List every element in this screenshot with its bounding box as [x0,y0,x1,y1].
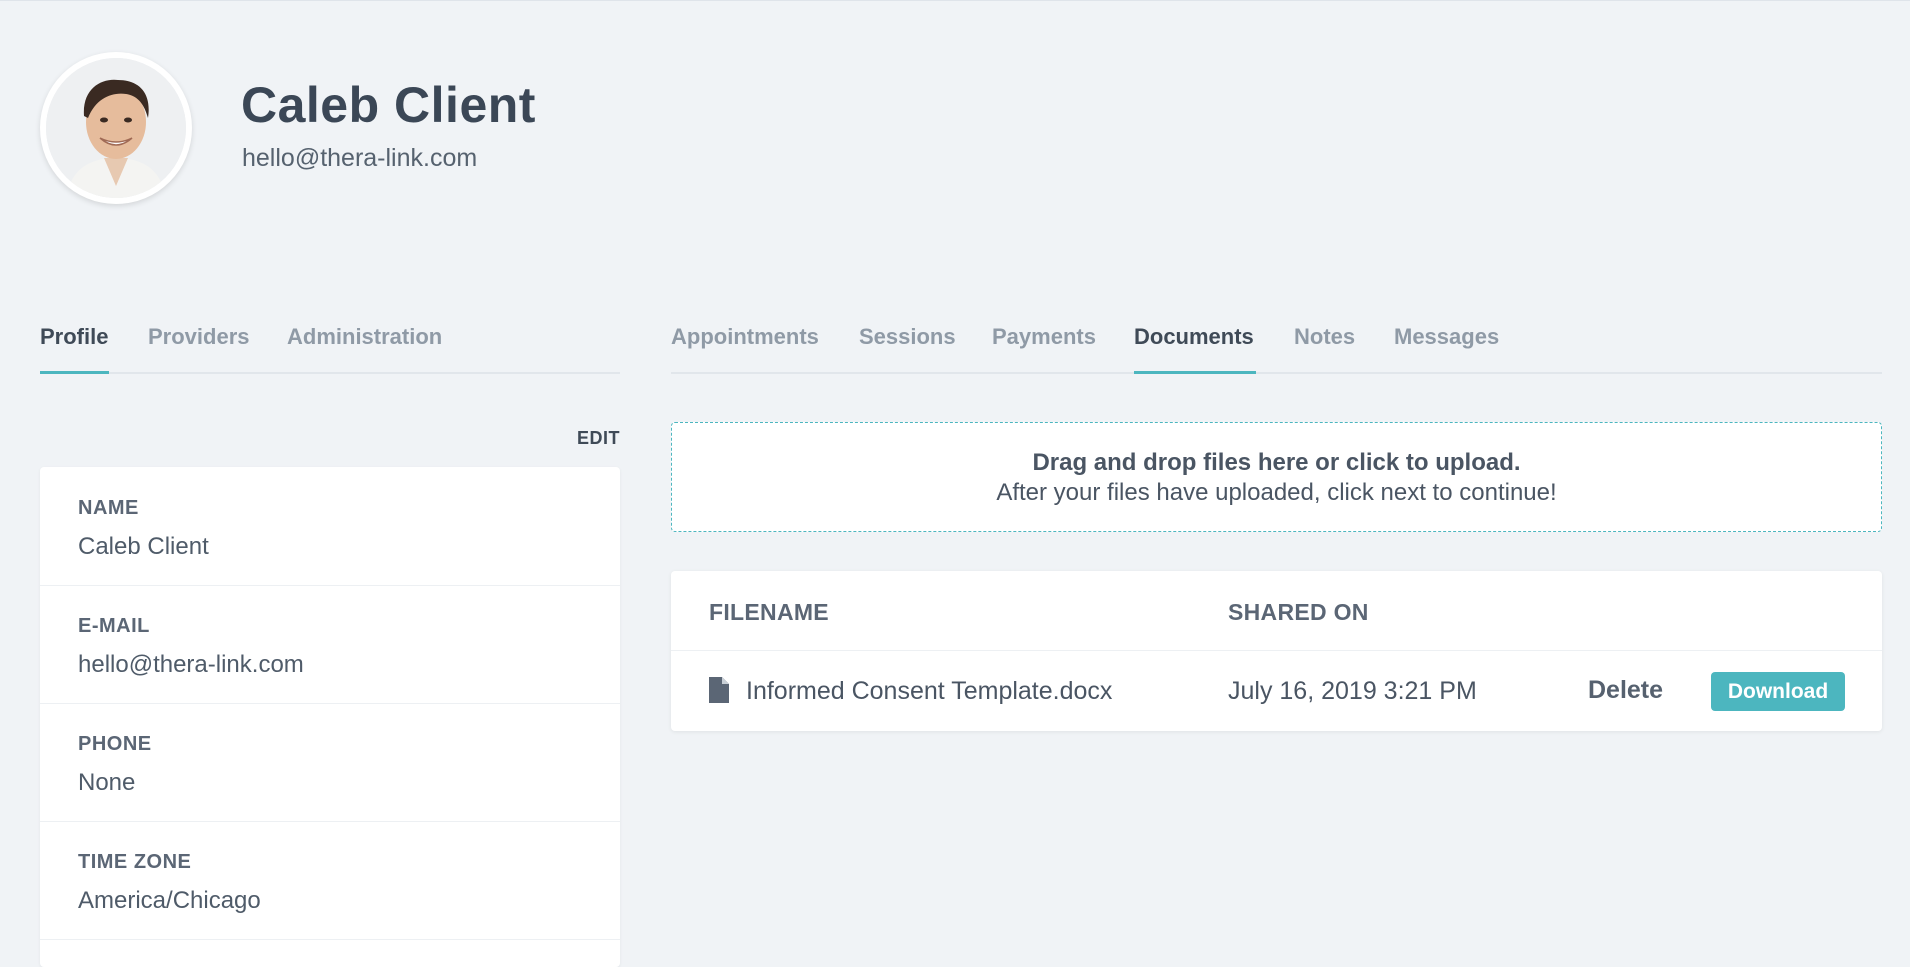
active-tab-indicator [40,371,109,374]
column-header-shared-on: SHARED ON [1228,599,1369,625]
field-label: NAME [78,497,139,519]
avatar-image [46,58,186,198]
tab-notes[interactable]: Notes [1294,324,1355,370]
field-value: hello@thera-link.com [78,651,304,678]
tab-messages[interactable]: Messages [1394,324,1499,370]
file-icon [709,677,729,703]
upload-title: Drag and drop files here or click to upl… [1032,449,1521,476]
profile-tabs: Profile Providers Administration [40,318,620,374]
active-tab-indicator [1134,371,1256,374]
tab-administration[interactable]: Administration [287,324,442,370]
column-header-filename: FILENAME [709,599,829,625]
tab-documents[interactable]: Documents [1134,324,1254,370]
table-row: Informed Consent Template.docx July 16, … [671,651,1882,731]
field-value: Caleb Client [78,533,209,560]
field-value: None [78,769,136,796]
field-label: TIME ZONE [78,851,192,873]
avatar [40,52,192,204]
top-border [0,0,1910,1]
client-section-tabs: Appointments Sessions Payments Documents… [671,318,1882,374]
tab-profile[interactable]: Profile [40,324,108,370]
tab-payments[interactable]: Payments [992,324,1096,370]
avatar-photo [46,58,186,198]
client-email: hello@thera-link.com [242,144,478,172]
profile-field-email: E-MAIL hello@thera-link.com [40,585,620,704]
profile-card: NAME Caleb Client E-MAIL hello@thera-lin… [40,467,620,967]
field-label: PHONE [78,733,152,755]
file-upload-dropzone[interactable]: Drag and drop files here or click to upl… [671,422,1882,532]
delete-button[interactable]: Delete [1588,676,1663,705]
field-value: America/Chicago [78,887,261,914]
documents-table: FILENAME SHARED ON Informed Consent Temp… [671,571,1882,731]
download-button[interactable]: Download [1711,672,1845,711]
document-shared-on: July 16, 2019 3:21 PM [1228,677,1477,705]
client-name: Caleb Client [241,77,536,133]
profile-field-name: NAME Caleb Client [40,467,620,586]
tab-sessions[interactable]: Sessions [859,324,956,370]
document-filename[interactable]: Informed Consent Template.docx [746,677,1112,706]
profile-field-phone: PHONE None [40,703,620,822]
tab-appointments[interactable]: Appointments [671,324,819,370]
field-label: E-MAIL [78,615,150,637]
upload-subtitle: After your files have uploaded, click ne… [996,479,1557,506]
tab-providers[interactable]: Providers [148,324,250,370]
profile-field-time-zone: TIME ZONE America/Chicago [40,821,620,940]
edit-profile-link[interactable]: EDIT [577,428,620,449]
